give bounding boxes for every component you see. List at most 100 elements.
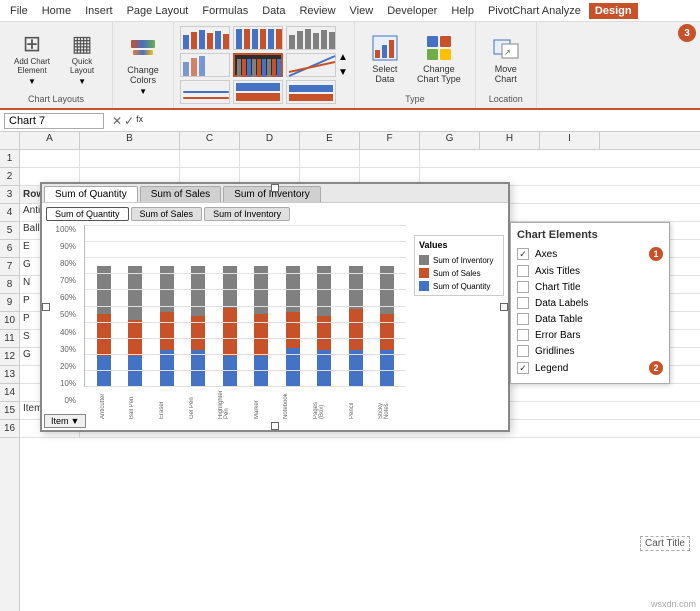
gridlines-label: Gridlines: [535, 346, 574, 357]
item-field-dropdown[interactable]: ▼: [71, 416, 80, 426]
legend-label: Legend: [535, 363, 568, 374]
menu-developer[interactable]: Developer: [381, 3, 443, 19]
menu-pivotchart-analyze[interactable]: PivotChart Analyze: [482, 3, 587, 19]
watermark: wsxdn.com: [651, 599, 696, 609]
chart-plot: Anticutter Ball Pen Eraser Gel Pen Highl…: [84, 225, 406, 419]
legend-color-quantity: [419, 281, 429, 291]
chart-style-2[interactable]: [233, 26, 283, 50]
add-chart-element-button[interactable]: ⊞ Add ChartElement ▼: [8, 29, 56, 90]
chart-style-7[interactable]: [180, 80, 230, 104]
legend-label-sales: Sum of Sales: [433, 269, 481, 278]
add-chart-element-icon: ⊞: [23, 33, 41, 55]
move-chart-button[interactable]: ↗ MoveChart: [484, 30, 528, 88]
fx-label: fx: [136, 114, 143, 128]
panel-item-error-bars: Error Bars: [517, 327, 663, 343]
ribbon: ⊞ Add ChartElement ▼ ▦ QuickLayout ▼ Cha…: [0, 22, 700, 110]
axes-checkbox[interactable]: [517, 248, 529, 260]
axes-badge: 1: [649, 247, 663, 261]
chart-body: 100% 90% 80% 70% 60% 50% 40% 30% 20% 10%…: [46, 225, 504, 419]
menu-insert[interactable]: Insert: [79, 3, 119, 19]
legend-color-sales: [419, 268, 429, 278]
item-field-pill[interactable]: Item ▼: [44, 414, 86, 428]
menu-file[interactable]: File: [4, 3, 34, 19]
row-2: 2: [0, 168, 19, 186]
legend-color-inventory: [419, 255, 429, 265]
gallery-scroll-down[interactable]: ▼: [338, 67, 348, 78]
quick-layout-button[interactable]: ▦ QuickLayout ▼: [60, 29, 104, 90]
chart-tab-quantity[interactable]: Sum of Quantity: [44, 186, 138, 202]
chart-inner-tab-inventory[interactable]: Sum of Inventory: [204, 207, 290, 221]
confirm-icon[interactable]: ✓: [124, 114, 134, 128]
row-4: 4: [0, 204, 19, 222]
panel-item-axis-titles: Axis Titles: [517, 263, 663, 279]
chart-title-checkbox[interactable]: [517, 281, 529, 293]
quick-layout-icon: ▦: [72, 33, 93, 55]
resize-handle-right[interactable]: [500, 303, 508, 311]
resize-handle-left[interactable]: [42, 303, 50, 311]
change-colors-button[interactable]: ChangeColors ▼: [121, 29, 165, 100]
cart-title-label: Cart Title: [640, 536, 690, 551]
legend-label-quantity: Sum of Quantity: [433, 282, 490, 291]
bar-group-eraser: [152, 266, 182, 386]
chart-style-1[interactable]: [180, 26, 230, 50]
select-data-button[interactable]: SelectData: [363, 30, 407, 88]
cancel-icon[interactable]: ✕: [112, 114, 122, 128]
col-header-a: A: [20, 132, 80, 149]
row-12: 12: [0, 348, 19, 366]
menu-page-layout[interactable]: Page Layout: [121, 3, 195, 19]
col-header-g: G: [420, 132, 480, 149]
chart-inner-tabs: Sum of Quantity Sum of Sales Sum of Inve…: [46, 207, 504, 221]
chart-style-5-selected[interactable]: [233, 53, 283, 77]
data-table-checkbox[interactable]: [517, 313, 529, 325]
chart-xaxis: Anticutter Ball Pen Eraser Gel Pen Highl…: [84, 389, 406, 419]
gallery-scroll-up[interactable]: ▲: [338, 52, 348, 63]
col-header-h: H: [480, 132, 540, 149]
row-11: 11: [0, 330, 19, 348]
row-6: 6: [0, 240, 19, 258]
menu-view[interactable]: View: [344, 3, 380, 19]
chart-inner-tab-sales[interactable]: Sum of Sales: [131, 207, 203, 221]
change-chart-type-label: ChangeChart Type: [417, 64, 461, 84]
menu-design[interactable]: Design: [589, 3, 638, 19]
chart-style-3[interactable]: [286, 26, 336, 50]
formula-input[interactable]: [151, 114, 696, 128]
chart-style-6[interactable]: [286, 53, 336, 77]
gridlines-checkbox[interactable]: [517, 345, 529, 357]
name-box[interactable]: [4, 113, 104, 129]
design-badge: 3: [678, 24, 696, 42]
axis-titles-checkbox[interactable]: [517, 265, 529, 277]
ribbon-group-type: SelectData ChangeChart Type Type: [355, 22, 476, 108]
chart-elements-title: Chart Elements: [517, 229, 663, 241]
data-labels-checkbox[interactable]: [517, 297, 529, 309]
row-13: 13: [0, 366, 19, 384]
bar-group-pages: [310, 266, 340, 386]
resize-handle-top[interactable]: [271, 184, 279, 192]
select-data-label: SelectData: [372, 64, 397, 84]
menu-home[interactable]: Home: [36, 3, 77, 19]
axes-label: Axes: [535, 249, 557, 260]
change-chart-type-button[interactable]: ChangeChart Type: [411, 30, 467, 88]
chart-inner-tab-quantity[interactable]: Sum of Quantity: [46, 207, 129, 221]
menu-data[interactable]: Data: [256, 3, 291, 19]
quick-layout-label: QuickLayout: [70, 57, 94, 75]
error-bars-checkbox[interactable]: [517, 329, 529, 341]
col-header-e: E: [300, 132, 360, 149]
bar-group-pencil: [341, 266, 371, 386]
legend-checkbox[interactable]: [517, 362, 529, 374]
chart-bars-area: [84, 225, 406, 387]
menu-formulas[interactable]: Formulas: [196, 3, 254, 19]
ribbon-group-chart-layouts: ⊞ Add ChartElement ▼ ▦ QuickLayout ▼ Cha…: [0, 22, 113, 108]
menu-help[interactable]: Help: [445, 3, 480, 19]
formula-bar: ✕ ✓ fx: [0, 110, 700, 132]
chart-style-9[interactable]: [286, 80, 336, 104]
row-5: 5: [0, 222, 19, 240]
bar-group-sticky: [373, 266, 403, 386]
chart-style-8[interactable]: [233, 80, 283, 104]
row-15: 15: [0, 402, 19, 420]
row-9: 9: [0, 294, 19, 312]
chart-tab-sales[interactable]: Sum of Sales: [140, 186, 221, 202]
resize-handle-bottom[interactable]: [271, 422, 279, 430]
menu-review[interactable]: Review: [293, 3, 341, 19]
chart-style-4[interactable]: [180, 53, 230, 77]
row-7: 7: [0, 258, 19, 276]
